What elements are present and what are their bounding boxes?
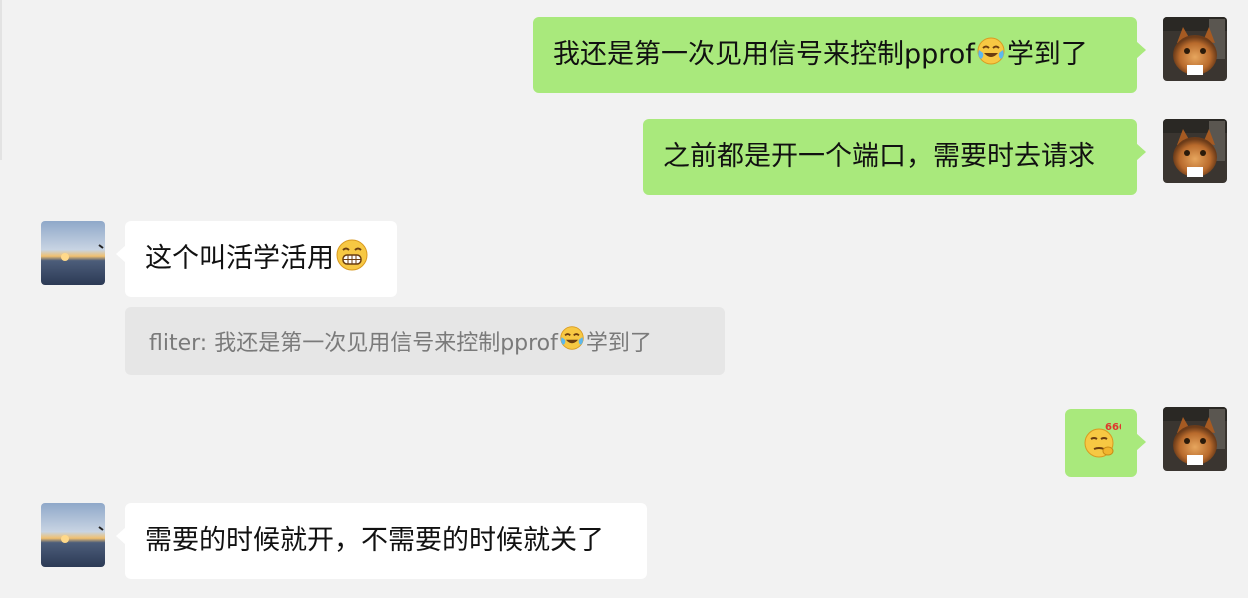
message-text: 需要的时候就开，不需要的时候就关了 bbox=[145, 524, 604, 556]
quote-text-suffix: 学到了 bbox=[585, 331, 652, 356]
quote-text: fliter: 我还是第一次见用信号来控制pprof bbox=[149, 331, 558, 356]
crying-laughing-emoji bbox=[976, 36, 1006, 74]
666-thinking-emoji: 666 bbox=[1081, 419, 1126, 467]
crying-laughing-emoji bbox=[559, 325, 585, 357]
cat-avatar[interactable] bbox=[1163, 17, 1227, 81]
message-bubble-6[interactable]: 需要的时候就开，不需要的时候就关了 bbox=[116, 503, 647, 579]
sunset-avatar[interactable] bbox=[41, 221, 105, 285]
cat-avatar[interactable] bbox=[1163, 119, 1227, 183]
message-text: 我还是第一次见用信号来控制pprof bbox=[553, 38, 975, 70]
message-bubble-sticker[interactable]: 666 bbox=[1065, 409, 1146, 477]
message-text: 之前都是开一个端口，需要时去请求 bbox=[663, 140, 1095, 172]
message-text: 这个叫活学活用 bbox=[145, 242, 334, 274]
message-bubble-1[interactable]: 我还是第一次见用信号来控制pprof 学到了 bbox=[533, 17, 1146, 93]
quoted-message[interactable]: fliter: 我还是第一次见用信号来控制pprof 学到了 bbox=[125, 307, 725, 375]
message-text-suffix: 学到了 bbox=[1006, 38, 1088, 70]
window-left-edge bbox=[0, 0, 2, 160]
message-bubble-2[interactable]: 之前都是开一个端口，需要时去请求 bbox=[643, 119, 1146, 195]
sticker-666-text: 666 bbox=[1105, 422, 1121, 433]
cat-avatar[interactable] bbox=[1163, 407, 1227, 471]
grinning-emoji bbox=[335, 238, 369, 280]
sunset-avatar[interactable] bbox=[41, 503, 105, 567]
message-bubble-3[interactable]: 这个叫活学活用 bbox=[116, 221, 397, 297]
